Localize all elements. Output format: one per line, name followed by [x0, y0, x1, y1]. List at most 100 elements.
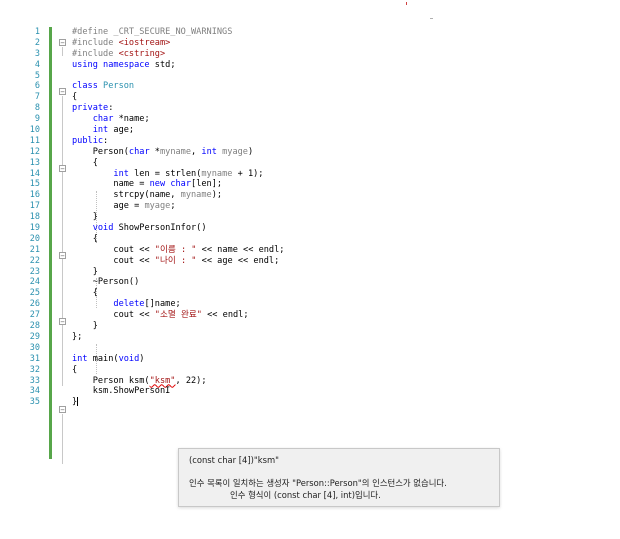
code-line[interactable]: cout << "나이 : " << age << endl; [72, 256, 284, 267]
line-number: 29 [29, 331, 40, 342]
code-token: ; [170, 201, 176, 212]
code-line[interactable]: cout << "이름 : " << name << endl; [72, 245, 284, 256]
code-editor[interactable]: 1 2 3 4 5 6 7 8 9 10 11 12 13 14 15 16 17 18 19 20 21 22 23 24 2… [0, 0, 620, 539]
fold-toggle-icon[interactable]: − [59, 252, 66, 260]
code-line[interactable]: age = myage; [72, 201, 284, 212]
code-token: int [201, 146, 223, 157]
line-number: 34 [29, 386, 40, 397]
line-number: 26 [29, 299, 40, 310]
code-token: age = [72, 201, 145, 212]
fold-toggle-icon[interactable]: − [59, 165, 66, 173]
code-token: : [108, 103, 114, 114]
code-token: cout << [72, 244, 155, 255]
fold-guide [62, 47, 63, 56]
code-token: ksm.ShowPersonI [72, 386, 171, 397]
code-token: delete [113, 299, 145, 310]
line-number-gutter: 1 2 3 4 5 6 7 8 9 10 11 12 13 14 15 16 17 18 19 20 21 22 23 24 2… [0, 27, 44, 408]
code-token: } [72, 266, 98, 277]
code-token: myname [180, 190, 212, 201]
code-token: , 22); [175, 375, 207, 386]
code-line[interactable]: #include <iostream> [72, 38, 284, 49]
line-number: 6 [34, 81, 40, 92]
code-line[interactable]: class Person [72, 81, 284, 92]
code-line[interactable]: void ShowPersonInfor() [72, 223, 284, 234]
line-number: 10 [29, 125, 40, 136]
code-token: void [92, 223, 119, 234]
code-line[interactable]: }; [72, 332, 284, 343]
code-line[interactable]: { [72, 158, 284, 169]
code-token: class [72, 81, 104, 92]
code-line[interactable]: public: [72, 136, 284, 147]
code-line[interactable] [72, 343, 284, 354]
line-number: 27 [29, 310, 40, 321]
code-line[interactable]: { [72, 234, 284, 245]
fold-guide [62, 414, 63, 464]
line-number: 11 [29, 135, 40, 146]
code-token: void [118, 353, 140, 364]
code-line[interactable]: int age; [72, 125, 284, 136]
code-line[interactable]: delete[]name; [72, 299, 284, 310]
fold-guide [62, 96, 63, 386]
code-line[interactable]: ksm.ShowPersonI [72, 386, 284, 397]
code-token: myname [201, 168, 233, 179]
line-number: 16 [29, 190, 40, 201]
fold-toggle-icon[interactable]: − [59, 39, 66, 47]
code-token: []name; [144, 299, 181, 310]
code-line[interactable]: #define _CRT_SECURE_NO_WARNINGS [72, 27, 284, 38]
change-tracking-bar [49, 419, 52, 459]
code-token: , [191, 146, 202, 157]
line-number: 12 [29, 146, 40, 157]
code-token: { [72, 233, 98, 244]
code-line[interactable]: Person ksm("ksm", 22); [72, 376, 284, 387]
code-line[interactable]: { [72, 92, 284, 103]
code-token: [len]; [191, 179, 223, 190]
code-token: public [72, 135, 104, 146]
code-line[interactable]: } [72, 267, 284, 278]
code-area[interactable]: #define _CRT_SECURE_NO_WARNINGS #include … [72, 27, 284, 408]
code-token: *name; [118, 114, 150, 125]
fold-toggle-icon[interactable]: − [59, 406, 66, 414]
code-token: strcpy(name, [72, 190, 181, 201]
code-token: #include [72, 48, 119, 59]
code-line[interactable]: cout << "소멸 완료" << endl; [72, 310, 284, 321]
code-line[interactable]: } [72, 212, 284, 223]
code-token: myname [159, 146, 192, 157]
code-line[interactable]: { [72, 288, 284, 299]
code-token: "이름 : " [154, 244, 197, 255]
code-line[interactable]: ~Person() [72, 277, 284, 288]
code-line[interactable]: { [72, 365, 284, 376]
change-tracking-bar [49, 27, 52, 92]
code-line[interactable]: } [72, 321, 284, 332]
code-line[interactable]: Person(char *myname, int myage) [72, 147, 284, 158]
code-line[interactable]: int main(void) [72, 354, 284, 365]
code-token: "소멸 완료" [154, 310, 202, 321]
code-token: Person( [72, 146, 129, 157]
fold-toggle-icon[interactable]: − [59, 318, 66, 326]
line-number: 24 [29, 277, 40, 288]
code-token: private [72, 103, 109, 114]
line-number: 14 [29, 168, 40, 179]
code-token: <cstring> [118, 48, 166, 59]
line-number: 4 [34, 59, 40, 70]
code-token: : [103, 135, 109, 146]
code-line[interactable]: strcpy(name, myname); [72, 190, 284, 201]
code-line[interactable] [72, 71, 284, 82]
code-line[interactable]: int len = strlen(myname + 1); [72, 169, 284, 180]
line-number: 18 [29, 212, 40, 223]
line-number: 7 [34, 92, 40, 103]
code-line[interactable]: char *name; [72, 114, 284, 125]
code-line[interactable]: #include <cstring> [72, 49, 284, 60]
line-number: 31 [29, 353, 40, 364]
code-line[interactable]: using namespace std; [72, 60, 284, 71]
code-token: << name << endl; [196, 244, 285, 255]
code-token: cout << [72, 310, 155, 321]
line-number: 28 [29, 321, 40, 332]
text-cursor [77, 397, 79, 407]
code-line[interactable]: private: [72, 103, 284, 114]
fold-toggle-icon[interactable]: − [59, 88, 66, 96]
code-token: << age << endl; [196, 255, 280, 266]
code-line[interactable]: } [72, 397, 284, 408]
code-line[interactable]: name = new char[len]; [72, 179, 284, 190]
code-token: len = strlen( [134, 168, 202, 179]
